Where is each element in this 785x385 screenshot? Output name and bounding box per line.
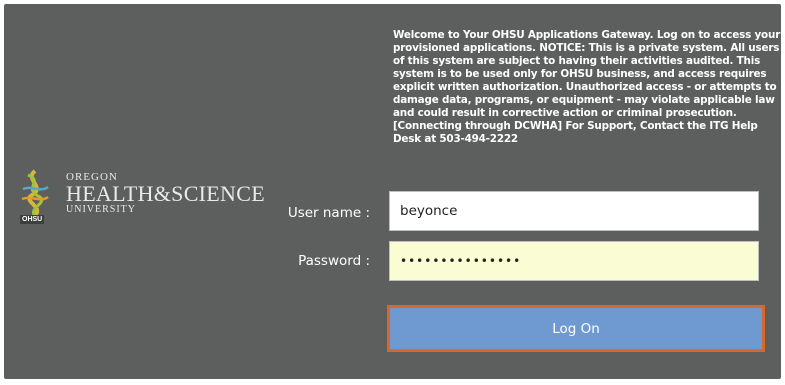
password-label: Password : xyxy=(298,253,370,269)
university-name: OREGON HEALTH&SCIENCE UNIVERSITY xyxy=(66,172,265,215)
ohsu-tag: OHSU xyxy=(20,215,45,224)
username-field[interactable] xyxy=(389,191,759,231)
log-on-button[interactable]: Log On xyxy=(390,308,762,349)
logo-line-health-science: HEALTH&SCIENCE xyxy=(66,181,265,206)
gateway-notice-text: Welcome to Your OHSU Applications Gatewa… xyxy=(393,29,781,145)
logo-line-university: UNIVERSITY xyxy=(66,204,136,215)
username-label: User name : xyxy=(287,205,370,221)
log-on-button-frame: Log On xyxy=(387,305,765,352)
ohsu-logo: OHSU OREGON HEALTH&SCIENCE UNIVERSITY xyxy=(18,169,268,229)
password-field[interactable] xyxy=(389,241,759,281)
